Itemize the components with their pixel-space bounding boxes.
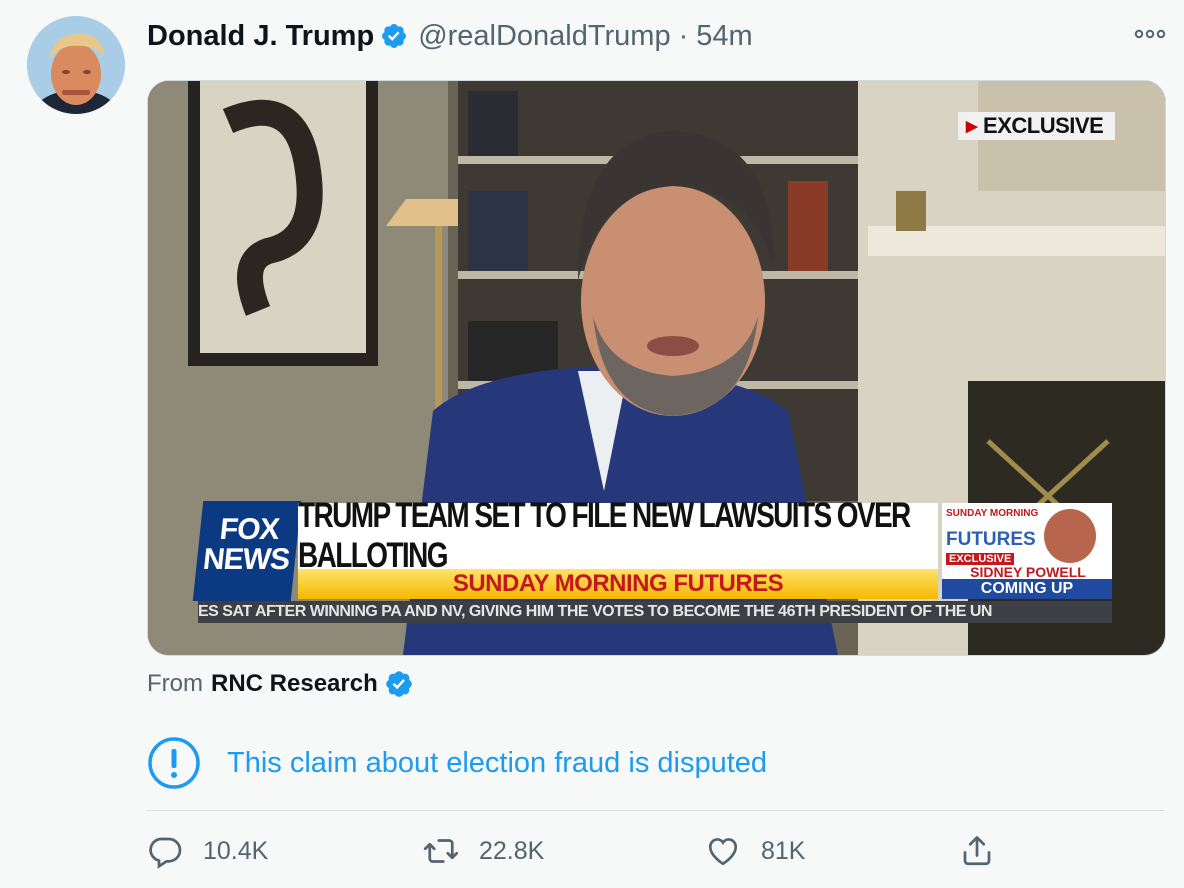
retweet-count: 22.8K — [479, 836, 545, 865]
news-ticker: ES SAT AFTER WINNING PA AND NV, GIVING H… — [198, 601, 1112, 623]
tweet-actions: 10.4K 22.8K 81K — [147, 828, 1164, 874]
author-name[interactable]: Donald J. Trump — [147, 20, 374, 53]
network-logo: FOX NEWS — [192, 501, 302, 601]
promo-box: SUNDAY MORNING FUTURES EXCLUSIVE SIDNEY … — [942, 503, 1112, 599]
tweet-header: Donald J. Trump @realDonaldTrump · 54m — [147, 14, 753, 58]
promo-show-small: SUNDAY MORNING — [946, 508, 1039, 519]
retweet-icon — [423, 839, 459, 863]
source-prefix: From — [147, 670, 203, 697]
author-handle[interactable]: @realDonaldTrump — [418, 20, 670, 53]
media-source: From RNC Research — [147, 667, 424, 701]
promo-coming-up: COMING UP — [942, 579, 1112, 599]
reply-count: 10.4K — [203, 836, 269, 865]
separator: · — [678, 19, 689, 52]
promo-show-title: FUTURES — [946, 529, 1036, 550]
exclusive-badge: ▶ EXCLUSIVE — [958, 112, 1116, 140]
video-media[interactable]: ▶ EXCLUSIVE FOX NEWS TRUMP TEAM SET TO F… — [147, 80, 1166, 656]
like-button[interactable]: 81K — [705, 828, 805, 874]
logo-line-1: FOX — [218, 513, 281, 546]
notice-text[interactable]: This claim about election fraud is dispu… — [227, 747, 767, 780]
warning-icon — [148, 737, 200, 789]
disputed-claim-notice[interactable]: This claim about election fraud is dispu… — [147, 736, 767, 790]
guest-photo — [1044, 509, 1096, 563]
divider — [147, 810, 1164, 811]
avatar[interactable] — [27, 16, 125, 114]
like-count: 81K — [761, 836, 806, 865]
reply-icon — [149, 837, 182, 869]
play-triangle-icon: ▶ — [966, 118, 978, 135]
show-title: SUNDAY MORNING FUTURES — [298, 569, 938, 599]
logo-line-2: NEWS — [201, 543, 291, 576]
share-icon — [963, 836, 991, 866]
more-icon[interactable] — [1132, 22, 1168, 46]
retweet-button[interactable]: 22.8K — [423, 828, 544, 874]
share-button[interactable] — [959, 828, 1015, 874]
exclusive-label: EXCLUSIVE — [983, 113, 1104, 138]
timestamp[interactable]: 54m — [696, 20, 752, 53]
verified-badge-icon — [385, 671, 412, 697]
like-icon — [708, 838, 738, 866]
source-name[interactable]: RNC Research — [211, 670, 378, 698]
news-lower-third: FOX NEWS TRUMP TEAM SET TO FILE NEW LAWS… — [192, 496, 1112, 625]
verified-badge-icon — [382, 24, 407, 48]
reply-button[interactable]: 10.4K — [147, 828, 268, 874]
news-headline: TRUMP TEAM SET TO FILE NEW LAWSUITS OVER… — [298, 496, 938, 575]
promo-guest: SIDNEY POWELL — [970, 564, 1086, 580]
